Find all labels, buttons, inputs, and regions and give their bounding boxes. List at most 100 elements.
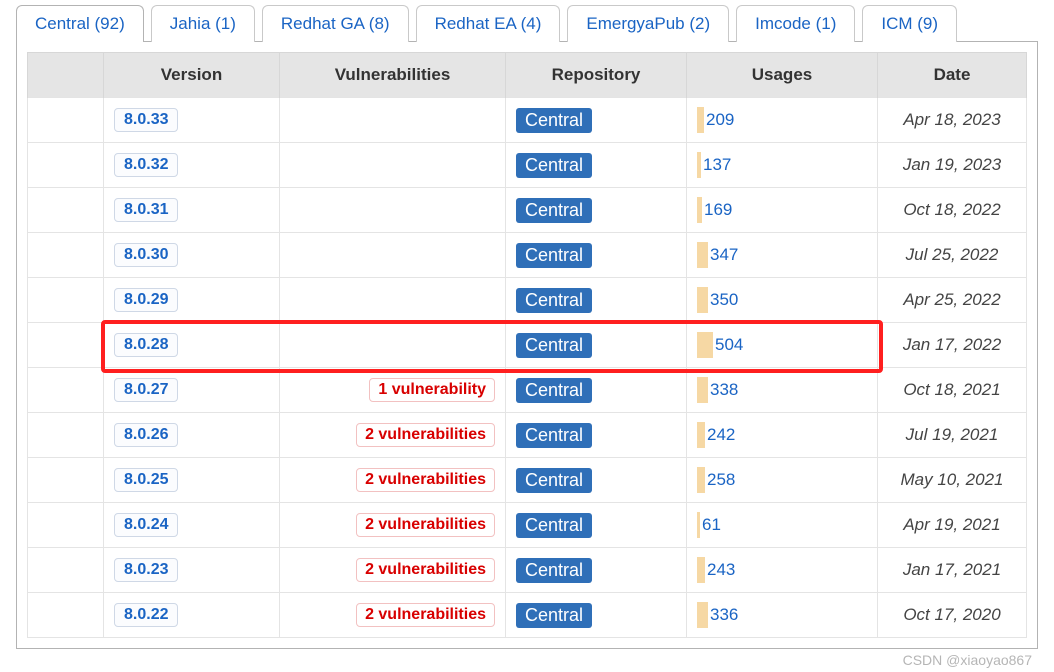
row-blank — [28, 548, 104, 593]
cell-repository: Central — [506, 98, 687, 143]
cell-usages: 209 — [687, 98, 878, 143]
version-link[interactable]: 8.0.26 — [114, 423, 178, 447]
row-blank — [28, 368, 104, 413]
vulnerability-badge[interactable]: 2 vulnerabilities — [356, 423, 495, 447]
version-link[interactable]: 8.0.24 — [114, 513, 178, 537]
usages-link[interactable]: 61 — [702, 515, 721, 535]
usages-link[interactable]: 350 — [710, 290, 738, 310]
tab-6[interactable]: ICM (9) — [862, 5, 957, 42]
tab-2[interactable]: Redhat GA (8) — [262, 5, 409, 42]
cell-vulnerabilities — [280, 278, 506, 323]
repository-link[interactable]: Central — [516, 108, 592, 133]
cell-vulnerabilities — [280, 188, 506, 233]
col-header-repository: Repository — [506, 53, 687, 98]
repository-link[interactable]: Central — [516, 153, 592, 178]
table-row: 8.0.262 vulnerabilitiesCentral242Jul 19,… — [28, 413, 1027, 458]
tab-1[interactable]: Jahia (1) — [151, 5, 255, 42]
version-link[interactable]: 8.0.30 — [114, 243, 178, 267]
usages-link[interactable]: 504 — [715, 335, 743, 355]
cell-usages: 169 — [687, 188, 878, 233]
cell-usages: 61 — [687, 503, 878, 548]
cell-date: Apr 25, 2022 — [878, 278, 1027, 323]
cell-date: Jan 17, 2022 — [878, 323, 1027, 368]
repository-link[interactable]: Central — [516, 513, 592, 538]
row-blank — [28, 593, 104, 638]
vulnerability-badge[interactable]: 1 vulnerability — [369, 378, 495, 402]
cell-repository: Central — [506, 548, 687, 593]
row-blank — [28, 143, 104, 188]
table-row: 8.0.28 Central 504 Jan 17, 2022 — [28, 323, 1027, 368]
col-header-blank — [28, 53, 104, 98]
usages-link[interactable]: 347 — [710, 245, 738, 265]
row-blank — [28, 278, 104, 323]
tab-0[interactable]: Central (92) — [16, 5, 144, 42]
version-link[interactable]: 8.0.28 — [114, 333, 178, 357]
vulnerability-badge[interactable]: 2 vulnerabilities — [356, 513, 495, 537]
row-blank — [28, 503, 104, 548]
usage-bar — [697, 512, 700, 538]
repository-link[interactable]: Central — [516, 378, 592, 403]
repository-link[interactable]: Central — [516, 288, 592, 313]
vulnerability-badge[interactable]: 2 vulnerabilities — [356, 468, 495, 492]
cell-vulnerabilities: 2 vulnerabilities — [280, 503, 506, 548]
cell-version: 8.0.27 — [104, 368, 280, 413]
usages-link[interactable]: 209 — [706, 110, 734, 130]
cell-version: 8.0.25 — [104, 458, 280, 503]
cell-usages: 242 — [687, 413, 878, 458]
cell-vulnerabilities — [280, 143, 506, 188]
repository-link[interactable]: Central — [516, 198, 592, 223]
cell-usages: 336 — [687, 593, 878, 638]
cell-version: 8.0.24 — [104, 503, 280, 548]
usages-link[interactable]: 258 — [707, 470, 735, 490]
cell-version: 8.0.28 — [104, 323, 280, 368]
cell-repository: Central — [506, 593, 687, 638]
cell-date: Oct 18, 2021 — [878, 368, 1027, 413]
version-link[interactable]: 8.0.27 — [114, 378, 178, 402]
tab-3[interactable]: Redhat EA (4) — [416, 5, 561, 42]
vulnerability-badge[interactable]: 2 vulnerabilities — [356, 603, 495, 627]
version-link[interactable]: 8.0.23 — [114, 558, 178, 582]
repository-link[interactable]: Central — [516, 423, 592, 448]
version-link[interactable]: 8.0.25 — [114, 468, 178, 492]
version-link[interactable]: 8.0.33 — [114, 108, 178, 132]
usages-link[interactable]: 336 — [710, 605, 738, 625]
cell-vulnerabilities: 2 vulnerabilities — [280, 593, 506, 638]
table-row: 8.0.222 vulnerabilitiesCentral336Oct 17,… — [28, 593, 1027, 638]
cell-version: 8.0.26 — [104, 413, 280, 458]
usages-link[interactable]: 338 — [710, 380, 738, 400]
usages-link[interactable]: 169 — [704, 200, 732, 220]
repository-link[interactable]: Central — [516, 603, 592, 628]
cell-repository: Central — [506, 323, 687, 368]
row-blank — [28, 98, 104, 143]
usage-bar — [697, 602, 708, 628]
col-header-date: Date — [878, 53, 1027, 98]
table-row: 8.0.29 Central 350 Apr 25, 2022 — [28, 278, 1027, 323]
repository-link[interactable]: Central — [516, 333, 592, 358]
version-link[interactable]: 8.0.29 — [114, 288, 178, 312]
cell-repository: Central — [506, 413, 687, 458]
version-link[interactable]: 8.0.32 — [114, 153, 178, 177]
cell-date: Jan 19, 2023 — [878, 143, 1027, 188]
cell-vulnerabilities — [280, 98, 506, 143]
cell-usages: 243 — [687, 548, 878, 593]
usages-link[interactable]: 137 — [703, 155, 731, 175]
usages-link[interactable]: 243 — [707, 560, 735, 580]
tab-5[interactable]: Imcode (1) — [736, 5, 855, 42]
vulnerability-badge[interactable]: 2 vulnerabilities — [356, 558, 495, 582]
repository-link[interactable]: Central — [516, 468, 592, 493]
repository-link[interactable]: Central — [516, 243, 592, 268]
table-row: 8.0.32 Central 137 Jan 19, 2023 — [28, 143, 1027, 188]
versions-table: Version Vulnerabilities Repository Usage… — [27, 52, 1027, 638]
usages-link[interactable]: 242 — [707, 425, 735, 445]
cell-vulnerabilities: 2 vulnerabilities — [280, 413, 506, 458]
version-link[interactable]: 8.0.31 — [114, 198, 178, 222]
tab-4[interactable]: EmergyaPub (2) — [567, 5, 729, 42]
version-link[interactable]: 8.0.22 — [114, 603, 178, 627]
cell-usages: 338 — [687, 368, 878, 413]
cell-usages: 350 — [687, 278, 878, 323]
table-row: 8.0.27 1 vulnerability Central 338 Oct 18, 2… — [28, 368, 1027, 413]
repository-link[interactable]: Central — [516, 558, 592, 583]
cell-usages: 504 — [687, 323, 878, 368]
cell-vulnerabilities: 2 vulnerabilities — [280, 458, 506, 503]
cell-version: 8.0.30 — [104, 233, 280, 278]
